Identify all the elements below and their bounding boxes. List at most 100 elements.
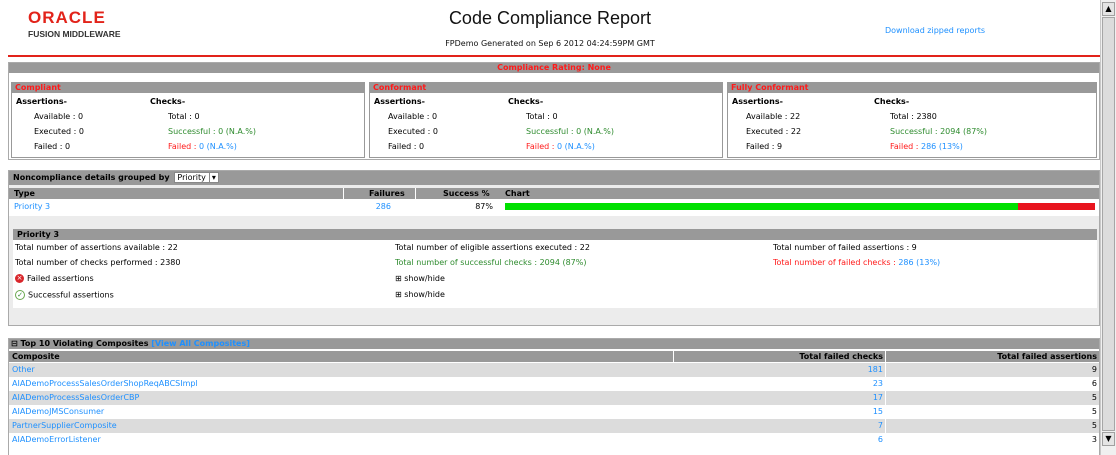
box-title: Compliant: [12, 83, 364, 93]
priority-details: Total number of assertions available : 2…: [13, 240, 1097, 308]
compliant-box: Compliant Assertions- Checks- Available …: [11, 82, 365, 158]
column-divider: [415, 188, 416, 199]
composite-name-link[interactable]: AIADemoProcessSalesOrderShopReqABCSImpl: [12, 377, 198, 391]
noncompliance-table-header: Type Failures Success % Chart: [9, 188, 1099, 199]
failure-bar-segment: [1018, 203, 1095, 210]
noncompliance-row: Priority 3 286 87%: [9, 200, 1099, 214]
scroll-down-icon[interactable]: ▼: [1102, 432, 1115, 446]
assertions-available: Available : 0: [388, 112, 438, 121]
composite-name-link[interactable]: AIADemoProcessSalesOrderCBP: [12, 391, 139, 405]
checks-successful: Successful : 0 (N.A.%): [526, 127, 614, 136]
failed-assertions-count: 6: [1091, 379, 1097, 388]
assertions-failed: Failed : 9: [746, 142, 783, 151]
failed-checks-link[interactable]: 23: [673, 377, 883, 391]
priority-heading: Priority 3: [13, 229, 1097, 240]
success-percent: 87%: [475, 202, 493, 211]
chevron-down-icon: ▾: [208, 173, 216, 182]
checks-failed-label: Failed :: [168, 142, 199, 151]
failed-checks-link[interactable]: 181: [673, 363, 883, 377]
table-row: AIADemoErrorListener 6 3: [9, 433, 1099, 447]
failed-checks-link[interactable]: 7: [673, 419, 883, 433]
checks-failed: Failed : 0 (N.A.%): [168, 142, 237, 151]
composite-name-link[interactable]: AIADemoJMSConsumer: [12, 405, 104, 419]
checks-failed-value[interactable]: 286 (13%): [921, 142, 963, 151]
successful-assertions-row: ✓ Successful assertions: [15, 290, 114, 300]
assertions-executed-text: Total number of eligible assertions exec…: [395, 243, 590, 252]
success-ratio-bar: [505, 203, 1095, 210]
column-divider: [343, 188, 344, 199]
failures-link[interactable]: 286: [345, 200, 391, 214]
column-type: Type: [14, 189, 35, 198]
composite-name-link[interactable]: PartnerSupplierComposite: [12, 419, 117, 433]
show-hide-label: show/hide: [404, 290, 445, 299]
failed-checks-label: Total number of failed checks :: [773, 258, 899, 267]
page-subtitle: FPDemo Generated on Sep 6 2012 04:24:59P…: [445, 39, 655, 48]
group-by-value: Priority: [177, 173, 206, 182]
assertions-header: Assertions-: [374, 97, 425, 106]
checks-header: Checks-: [508, 97, 544, 106]
failed-assertions-count: 5: [1091, 393, 1097, 402]
failed-assertions-count: 5: [1091, 421, 1097, 430]
success-bar-segment: [505, 203, 1019, 210]
checks-failed: Failed : 286 (13%): [890, 142, 963, 151]
assertions-failed: Failed : 0: [388, 142, 425, 151]
column-failures: Failures: [369, 189, 405, 198]
table-row: AIADemoProcessSalesOrderShopReqABCSImpl 2…: [9, 377, 1099, 391]
report-header: ORACLE FUSION MIDDLEWARE Code Compliance…: [0, 0, 1100, 56]
checks-header: Checks-: [874, 97, 910, 106]
logo-fusion-text: FUSION MIDDLEWARE: [28, 29, 121, 39]
failed-checks-link[interactable]: 15: [673, 405, 883, 419]
composites-table-header: Composite Total failed checks Total fail…: [9, 351, 1099, 362]
conformant-box: Conformant Assertions- Checks- Available…: [369, 82, 723, 158]
column-chart: Chart: [505, 189, 530, 198]
collapse-icon[interactable]: ⊟: [11, 339, 18, 348]
successful-assertions-toggle[interactable]: ⊞ show/hide: [395, 290, 445, 299]
noncompliance-panel: Noncompliance details grouped by Priorit…: [8, 170, 1100, 326]
table-row: PartnerSupplierComposite 7 5: [9, 419, 1099, 433]
expand-icon: ⊞: [395, 274, 402, 283]
box-title: Fully Conformant: [728, 83, 1096, 93]
fully-conformant-box: Fully Conformant Assertions- Checks- Ava…: [727, 82, 1097, 158]
failed-assertions-count: 5: [1091, 407, 1097, 416]
failed-checks-link[interactable]: 6: [673, 433, 883, 447]
column-total-failed-checks: Total failed checks: [799, 352, 883, 361]
composite-name-link[interactable]: AIADemoErrorListener: [12, 433, 101, 447]
compliance-rating-panel: Compliance Rating: None Compliant Assert…: [8, 62, 1100, 160]
download-zipped-reports-link[interactable]: Download zipped reports: [885, 26, 985, 35]
view-all-composites-link[interactable]: [View All Composites]: [151, 339, 250, 348]
failed-checks-link[interactable]: 17: [673, 391, 883, 405]
scroll-up-icon[interactable]: ▲: [1102, 2, 1115, 16]
assertions-failed: Failed : 0: [34, 142, 71, 151]
noncompliance-heading: Noncompliance details grouped by: [13, 173, 170, 182]
assertions-header: Assertions-: [732, 97, 783, 106]
failed-assertions-count: 3: [1091, 435, 1097, 444]
top-composites-panel: ⊟ Top 10 Violating Composites [View All …: [8, 338, 1100, 455]
checks-total: Total : 0: [526, 112, 558, 121]
composite-name-link[interactable]: Other: [12, 363, 35, 377]
column-total-failed-assertions: Total failed assertions: [997, 352, 1097, 361]
scrollbar-thumb[interactable]: [1102, 17, 1115, 431]
assertions-executed: Executed : 22: [746, 127, 802, 136]
checks-total: Total : 2380: [890, 112, 937, 121]
top-composites-heading: Top 10 Violating Composites: [20, 339, 149, 348]
noncompliance-table: Type Failures Success % Chart Priority 3…: [9, 188, 1099, 216]
checks-failed-value[interactable]: 0 (N.A.%): [557, 142, 595, 151]
column-success: Success %: [443, 189, 490, 198]
failed-assertions-label: Failed assertions: [27, 274, 94, 283]
vertical-scrollbar[interactable]: ▲ ▼: [1100, 0, 1116, 455]
successful-assertions-label: Successful assertions: [28, 290, 114, 300]
checks-header: Checks-: [150, 97, 186, 106]
failed-checks-value[interactable]: 286 (13%): [898, 258, 940, 267]
failed-assertions-toggle[interactable]: ⊞ show/hide: [395, 274, 445, 283]
failed-assertions-row: × Failed assertions: [15, 274, 94, 283]
top-composites-heading-bar: ⊟ Top 10 Violating Composites [View All …: [9, 339, 1099, 349]
checks-failed-value[interactable]: 0 (N.A.%): [199, 142, 237, 151]
table-row: Other 181 9: [9, 363, 1099, 377]
error-icon: ×: [15, 274, 24, 283]
type-priority-3-link[interactable]: Priority 3: [14, 200, 50, 214]
assertions-executed: Executed : 0: [388, 127, 438, 136]
column-composite: Composite: [12, 352, 60, 361]
assertions-available-text: Total number of assertions available : 2…: [15, 243, 178, 252]
group-by-select[interactable]: Priority ▾: [174, 172, 219, 183]
checks-failed-label: Failed :: [890, 142, 921, 151]
